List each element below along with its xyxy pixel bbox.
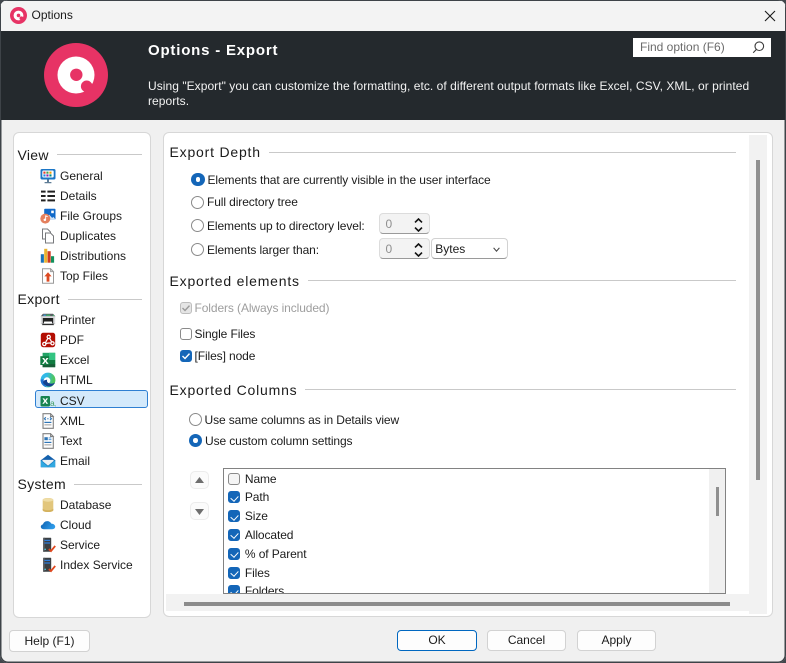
svg-text:a,: a, [50, 397, 56, 407]
